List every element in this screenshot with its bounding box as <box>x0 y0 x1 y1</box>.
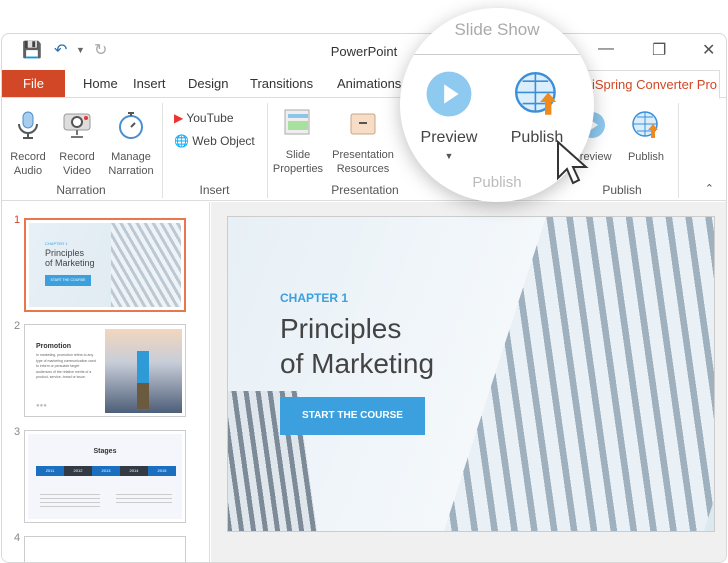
close-button[interactable]: ✕ <box>702 40 715 60</box>
slide-thumbnails-pane: 1 CHAPTER 1 Principles of Marketing START… <box>2 202 210 562</box>
thumb-timeline: 2011 2012 2013 2014 2015 <box>36 466 176 476</box>
globe-upload-icon <box>632 111 658 138</box>
globe-upload-icon <box>515 72 557 115</box>
publish-button[interactable]: Publish <box>500 70 574 147</box>
slide-thumbnail-1[interactable]: CHAPTER 1 Principles of Marketing START T… <box>24 218 186 312</box>
youtube-icon: ▶ <box>174 111 184 125</box>
group-insert-label: Insert <box>199 183 230 197</box>
slide-title: Principles of Marketing <box>280 313 435 379</box>
tab-animations[interactable]: Animations <box>337 76 401 91</box>
powerpoint-window: 💾 ↶ ▼ ↻ PowerPoint — ❐ ✕ File Home Inser… <box>1 33 727 563</box>
divider <box>678 103 679 198</box>
window-title: PowerPoint <box>330 44 398 59</box>
thumb-button: START THE COURSE <box>45 275 91 286</box>
stopwatch-icon <box>119 112 143 139</box>
tab-slide-show[interactable]: Slide Show <box>400 20 594 40</box>
web-object-button[interactable]: 🌐 Web Object <box>174 134 255 148</box>
slide-properties-button[interactable]: Slide Properties <box>270 108 326 176</box>
collapse-ribbon-icon[interactable]: ⌃ <box>705 182 714 195</box>
minimize-button[interactable]: — <box>598 40 614 58</box>
slide-properties-icon <box>284 109 310 135</box>
youtube-button[interactable]: ▶ YouTube <box>174 111 234 125</box>
restore-button[interactable]: ❐ <box>652 40 666 60</box>
tab-ispring[interactable]: iSpring Converter Pro 9 <box>585 70 720 99</box>
slide-thumbnail-3[interactable]: Stages 2011 2012 2013 2014 2015 <box>24 430 186 523</box>
tab-design[interactable]: Design <box>188 76 228 91</box>
thumb-dots: ●●● <box>36 403 47 409</box>
manage-narration-button[interactable]: Manage Narration <box>106 110 156 178</box>
tab-home[interactable]: Home <box>83 76 118 91</box>
chevron-down-icon: ▼ <box>444 151 454 161</box>
play-icon <box>426 71 472 117</box>
thumb-title: Promotion <box>36 343 71 350</box>
slide-chapter: CHAPTER 1 <box>280 291 349 305</box>
tab-file[interactable]: File <box>2 70 65 97</box>
building-image <box>435 217 714 531</box>
folder-box-icon <box>350 113 376 135</box>
record-video-button[interactable]: Record Video <box>57 110 97 178</box>
slide-number: 4 <box>14 532 21 544</box>
slide-editor: CHAPTER 1 Principles of Marketing START T… <box>211 202 726 562</box>
mouse-cursor-icon <box>557 140 589 185</box>
slide-number: 3 <box>14 426 21 438</box>
webcam-icon <box>63 113 91 138</box>
thumb-title: Principles of Marketing <box>45 248 95 268</box>
globe-link-icon: 🌐 <box>174 134 189 148</box>
thumb-title: Stages <box>93 448 117 455</box>
ribbon: Record Audio Record Video Manage Narrati… <box>2 98 726 201</box>
current-slide[interactable]: CHAPTER 1 Principles of Marketing START T… <box>227 216 715 532</box>
start-course-button[interactable]: START THE COURSE <box>280 397 425 435</box>
slide-number: 2 <box>14 320 21 332</box>
slide-number: 1 <box>14 214 21 226</box>
presentation-resources-button[interactable]: Presentation Resources <box>329 108 397 176</box>
thumb-body: In marketing, promotion refers to any ty… <box>36 353 96 379</box>
slide-thumbnail-4[interactable] <box>24 536 186 562</box>
slide-thumbnail-2[interactable]: Promotion In marketing, promotion refers… <box>24 324 186 417</box>
divider <box>267 103 268 198</box>
tab-insert[interactable]: Insert <box>133 76 166 91</box>
thumb-chapter: CHAPTER 1 <box>45 241 68 246</box>
group-narration-label: Narration <box>56 183 106 197</box>
title-bar: 💾 ↶ ▼ ↻ PowerPoint — ❐ ✕ <box>2 34 726 68</box>
ribbon-tabs: File Home Insert Design Transitions Anim… <box>2 70 726 99</box>
tab-transitions[interactable]: Transitions <box>250 76 313 91</box>
microphone-icon <box>18 111 38 139</box>
thumb-photo <box>105 329 182 413</box>
preview-button[interactable]: Preview ▼ <box>414 70 484 161</box>
publish-button-small[interactable]: Publish <box>624 110 668 164</box>
record-audio-button[interactable]: Record Audio <box>8 110 48 178</box>
